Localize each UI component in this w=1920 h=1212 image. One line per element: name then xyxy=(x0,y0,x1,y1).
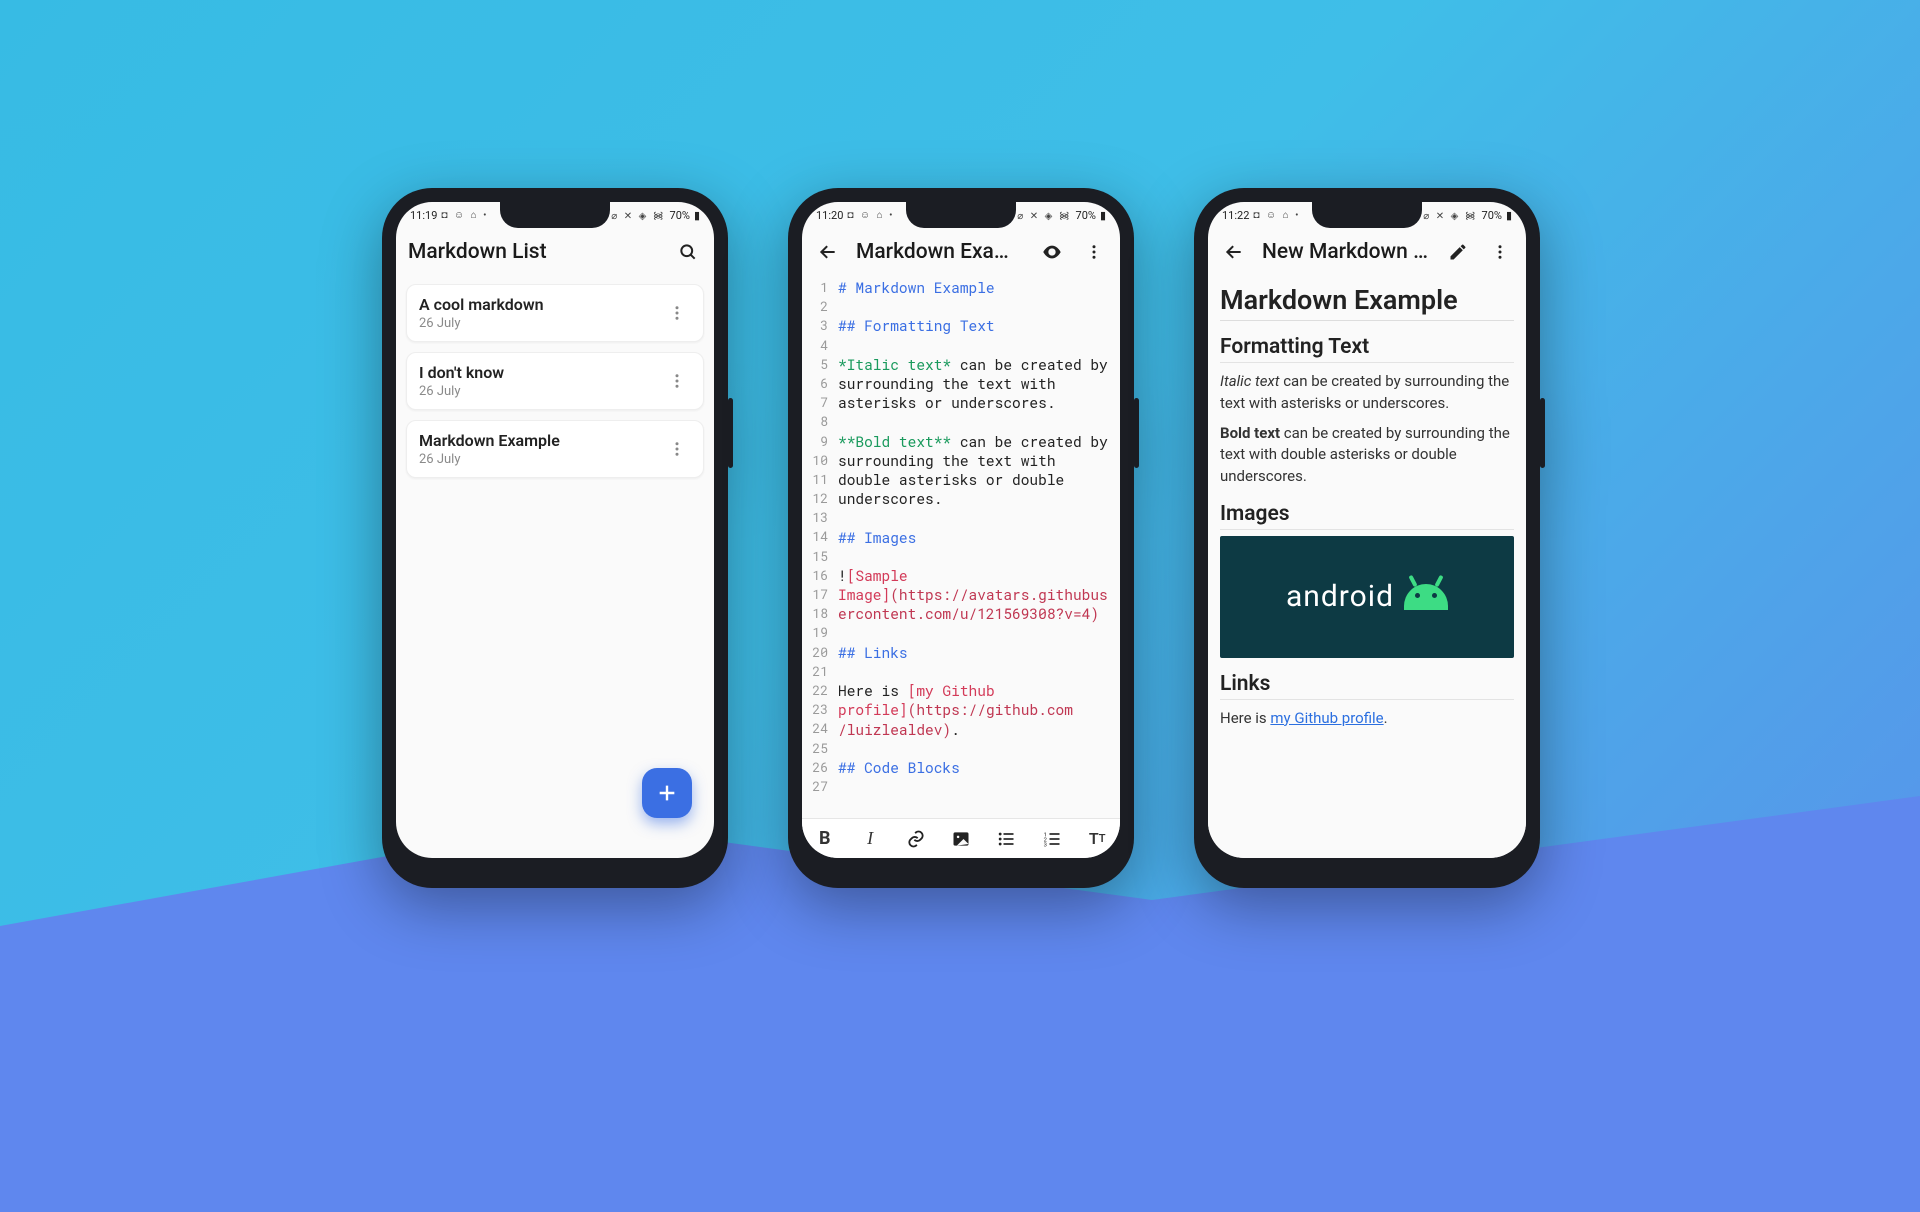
more-vert-icon[interactable] xyxy=(1486,238,1514,266)
battery-icon: ▮ xyxy=(694,209,700,222)
app-bar: New Markdown N… xyxy=(1208,228,1526,276)
preview-h2: Links xyxy=(1220,672,1514,700)
markdown-preview[interactable]: Markdown Example Formatting Text Italic … xyxy=(1208,276,1526,858)
italic-button[interactable]: I xyxy=(855,824,885,854)
more-vert-icon[interactable] xyxy=(663,299,691,327)
format-toolbar: B I 123 TT xyxy=(802,818,1120,858)
status-time: 11:20 xyxy=(816,209,843,222)
preview-h2: Images xyxy=(1220,502,1514,530)
code-line: ## Links xyxy=(838,643,908,662)
note-date: 26 July xyxy=(419,452,663,467)
link-button[interactable] xyxy=(901,824,931,854)
text-size-button[interactable]: TT xyxy=(1082,824,1112,854)
note-date: 26 July xyxy=(419,316,663,331)
page-title: Markdown Examp… xyxy=(856,240,1024,264)
status-battery: 70% xyxy=(1076,209,1096,222)
note-list: A cool markdown 26 July I don't know 26 … xyxy=(396,276,714,486)
app-bar: Markdown Examp… xyxy=(802,228,1120,276)
edit-icon[interactable] xyxy=(1444,238,1472,266)
android-wordmark: android xyxy=(1286,579,1394,614)
note-date: 26 July xyxy=(419,384,663,399)
status-battery: 70% xyxy=(670,209,690,222)
list-item[interactable]: A cool markdown 26 July xyxy=(406,284,704,342)
svg-text:3: 3 xyxy=(1043,842,1046,848)
back-icon[interactable] xyxy=(814,238,842,266)
preview-paragraph: Here is my Github profile. xyxy=(1220,708,1514,730)
code-line: ## Code Blocks xyxy=(838,758,960,777)
note-title: Markdown Example xyxy=(419,431,663,450)
phone-frame-list: 11:19 ◘ ☺ ⌂ • ⌀ ✕ ◈ ᯼ 70% ▮ Markdown Lis… xyxy=(382,188,728,888)
preview-paragraph: Italic text can be created by surroundin… xyxy=(1220,371,1514,415)
status-time: 11:19 xyxy=(410,209,437,222)
bullet-list-button[interactable] xyxy=(991,824,1021,854)
back-icon[interactable] xyxy=(1220,238,1248,266)
add-note-fab[interactable] xyxy=(642,768,692,818)
page-title: Markdown List xyxy=(408,240,660,264)
status-left-icons: ◘ ☺ ⌂ • xyxy=(847,210,894,221)
more-vert-icon[interactable] xyxy=(663,435,691,463)
android-icon xyxy=(1404,584,1448,610)
search-icon[interactable] xyxy=(674,238,702,266)
code-area[interactable]: # Markdown Example ## Formatting Text *I… xyxy=(834,276,1120,818)
app-bar: Markdown List xyxy=(396,228,714,276)
list-item[interactable]: I don't know 26 July xyxy=(406,352,704,410)
status-time: 11:22 xyxy=(1222,209,1249,222)
github-link[interactable]: my Github profile xyxy=(1270,709,1383,727)
phone-frame-editor: 11:20 ◘ ☺ ⌂ • ⌀ ✕ ◈ ᯼ 70% ▮ Markdown Exa… xyxy=(788,188,1134,888)
phone-frame-preview: 11:22 ◘ ☺ ⌂ • ⌀ ✕ ◈ ᯼ 70% ▮ New Markdown… xyxy=(1194,188,1540,888)
notch xyxy=(1312,202,1422,228)
line-gutter: 1234567891011121314151617181920212223242… xyxy=(802,276,834,818)
note-title: A cool markdown xyxy=(419,295,663,314)
preview-h1: Markdown Example xyxy=(1220,284,1514,321)
notch xyxy=(500,202,610,228)
markdown-editor[interactable]: 1234567891011121314151617181920212223242… xyxy=(802,276,1120,818)
status-left-icons: ◘ ☺ ⌂ • xyxy=(441,210,488,221)
image-button[interactable] xyxy=(946,824,976,854)
screen-editor: 11:20 ◘ ☺ ⌂ • ⌀ ✕ ◈ ᯼ 70% ▮ Markdown Exa… xyxy=(802,202,1120,858)
preview-h2: Formatting Text xyxy=(1220,335,1514,363)
status-right-icons: ⌀ ✕ ◈ ᯼ xyxy=(1423,208,1477,222)
status-left-icons: ◘ ☺ ⌂ • xyxy=(1253,210,1300,221)
bold-button[interactable]: B xyxy=(810,824,840,854)
preview-icon[interactable] xyxy=(1038,238,1066,266)
status-battery: 70% xyxy=(1482,209,1502,222)
preview-paragraph: Bold text can be created by surrounding … xyxy=(1220,423,1514,488)
note-title: I don't know xyxy=(419,363,663,382)
battery-icon: ▮ xyxy=(1100,209,1106,222)
notch xyxy=(906,202,1016,228)
code-line: ## Formatting Text xyxy=(838,316,995,335)
code-line: ## Images xyxy=(838,528,916,547)
sample-image: android xyxy=(1220,536,1514,658)
code-line: # Markdown Example xyxy=(838,278,995,297)
battery-icon: ▮ xyxy=(1506,209,1512,222)
numbered-list-button[interactable]: 123 xyxy=(1037,824,1067,854)
more-vert-icon[interactable] xyxy=(1080,238,1108,266)
status-right-icons: ⌀ ✕ ◈ ᯼ xyxy=(1017,208,1071,222)
status-right-icons: ⌀ ✕ ◈ ᯼ xyxy=(611,208,665,222)
screen-preview: 11:22 ◘ ☺ ⌂ • ⌀ ✕ ◈ ᯼ 70% ▮ New Markdown… xyxy=(1208,202,1526,858)
more-vert-icon[interactable] xyxy=(663,367,691,395)
page-title: New Markdown N… xyxy=(1262,240,1430,264)
screen-list: 11:19 ◘ ☺ ⌂ • ⌀ ✕ ◈ ᯼ 70% ▮ Markdown Lis… xyxy=(396,202,714,858)
list-item[interactable]: Markdown Example 26 July xyxy=(406,420,704,478)
